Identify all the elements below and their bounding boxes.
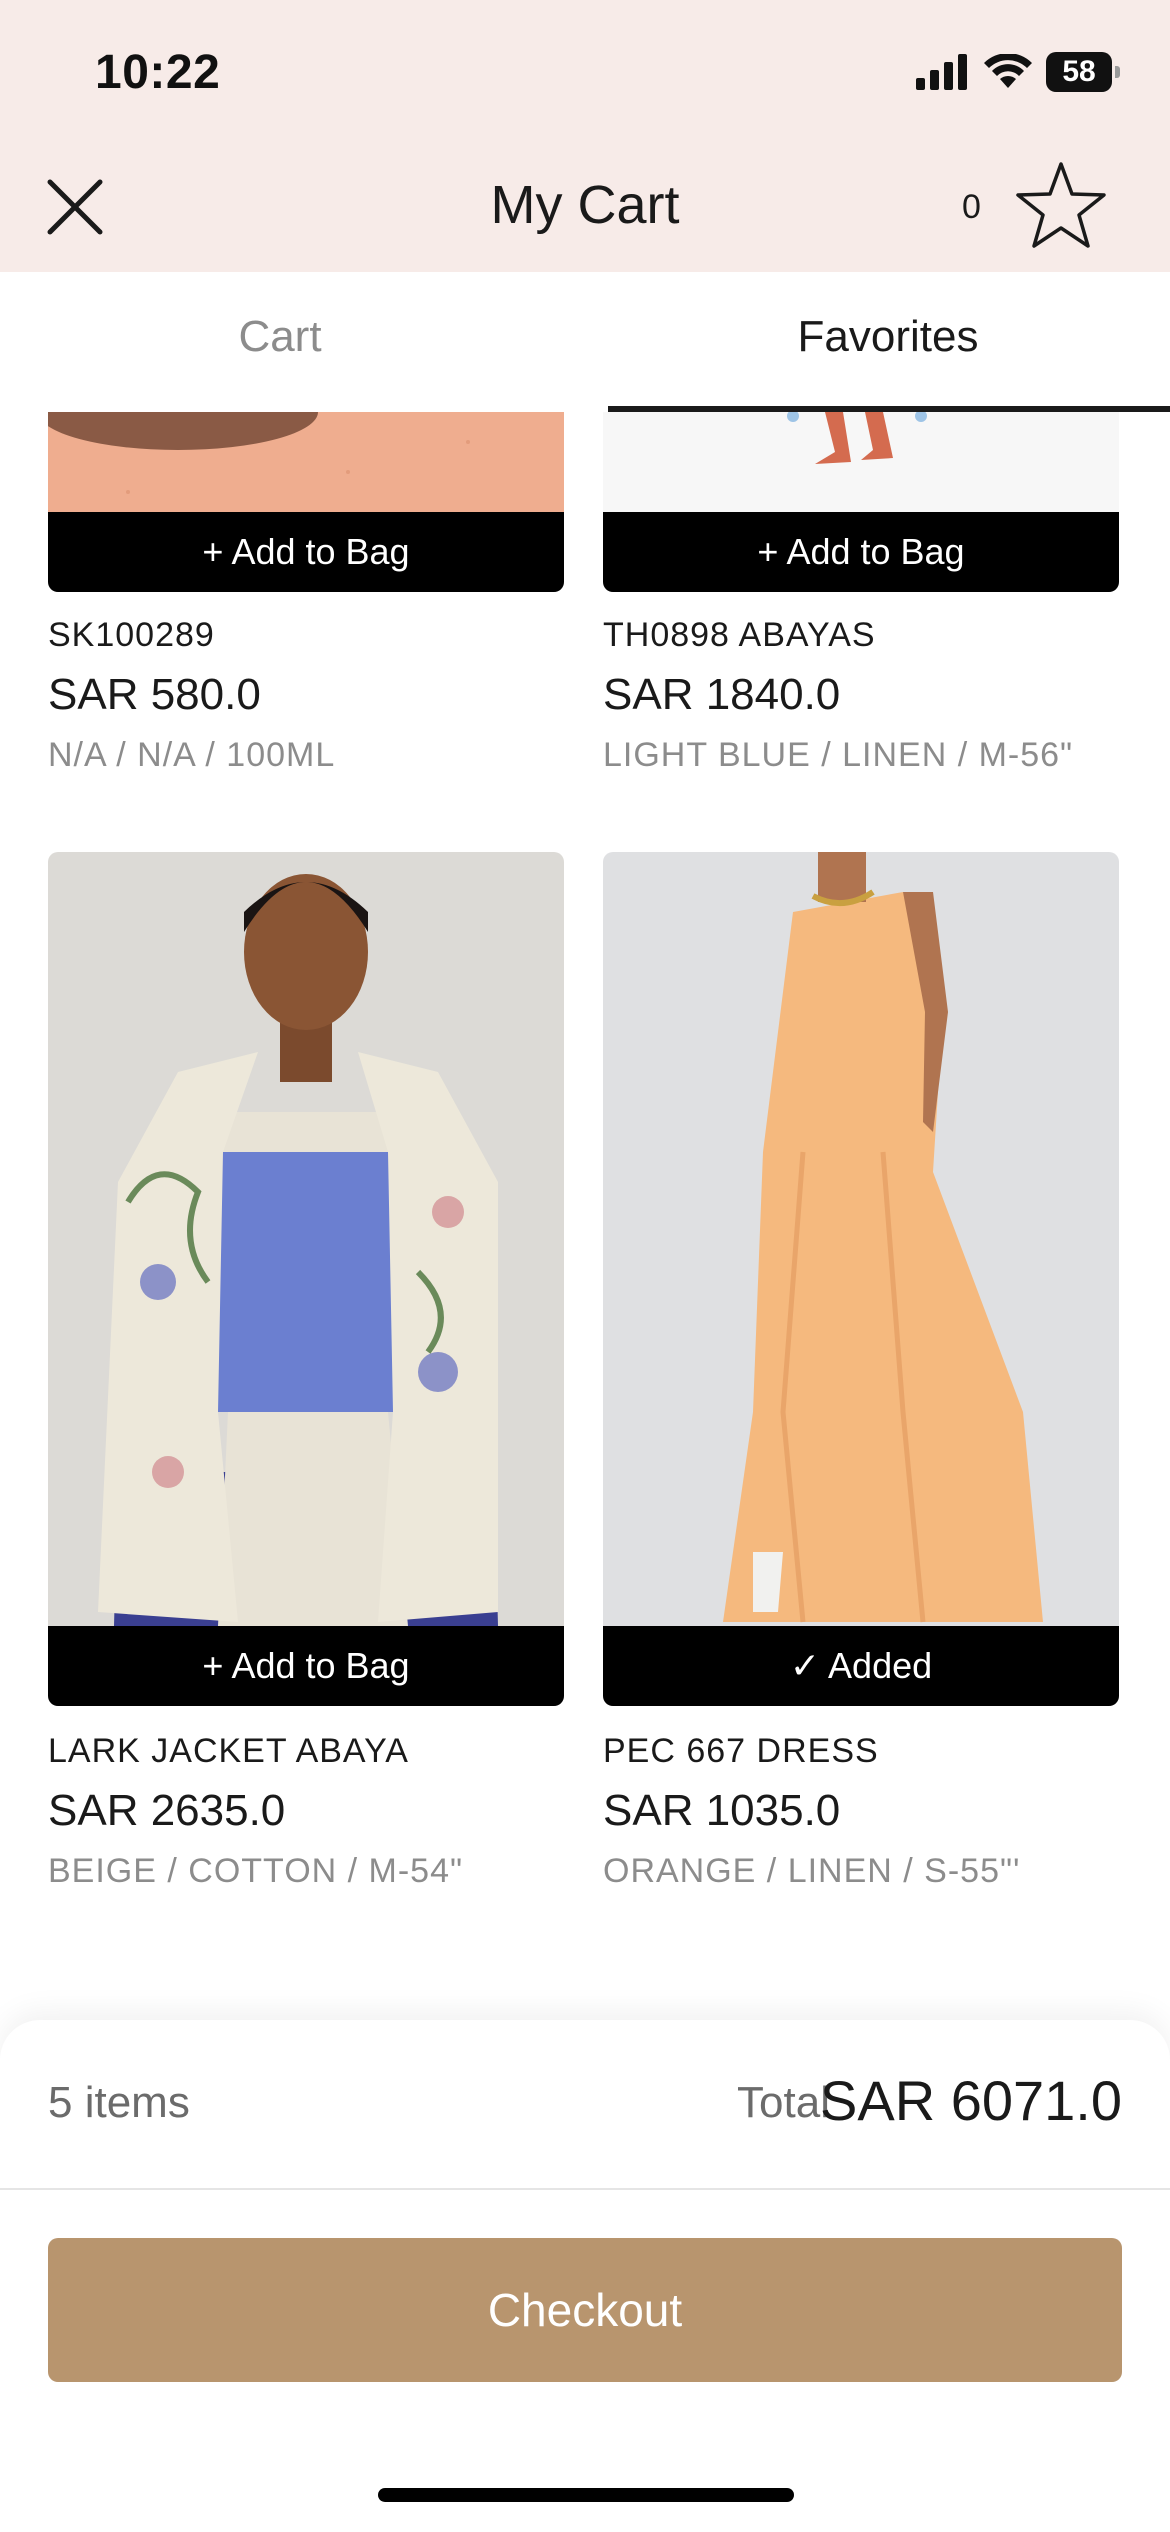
add-to-bag-button[interactable]: + Add to Bag	[48, 1626, 564, 1706]
product-card[interactable]: + Add to Bag LARK JACKET ABAYA SAR 2635.…	[48, 852, 564, 1952]
product-name: PEC 667 DRESS	[603, 1732, 879, 1770]
tab-favorites[interactable]: Favorites	[608, 312, 1168, 362]
divider	[0, 2188, 1170, 2190]
product-image[interactable]	[48, 852, 564, 1626]
add-to-bag-button[interactable]: + Add to Bag	[48, 512, 564, 592]
total-label: Total	[737, 2078, 830, 2127]
product-variant: ORANGE / LINEN / S-55"'	[603, 1852, 1021, 1890]
product-price: SAR 580.0	[48, 670, 261, 719]
product-variant: N/A / N/A / 100ML	[48, 736, 336, 774]
status-time: 10:22	[95, 46, 221, 99]
items-count: 5 items	[48, 2078, 190, 2127]
wifi-icon	[984, 54, 1032, 88]
product-price: SAR 1035.0	[603, 1786, 841, 1835]
product-card[interactable]: + Add to Bag SK100289 SAR 580.0 N/A / N/…	[48, 412, 564, 792]
add-to-bag-button[interactable]: + Add to Bag	[603, 512, 1119, 592]
signal-icon	[916, 54, 967, 90]
tab-bar: Cart Favorites	[0, 272, 1170, 412]
product-image[interactable]	[603, 412, 1119, 512]
battery-icon: 58	[1046, 52, 1120, 92]
product-variant: BEIGE / COTTON / M-54"	[48, 1852, 464, 1890]
product-image[interactable]	[603, 852, 1119, 1626]
star-icon	[1016, 162, 1106, 248]
page-title: My Cart	[490, 175, 680, 235]
product-price: SAR 2635.0	[48, 1786, 286, 1835]
app-header: 10:22 58 My Cart 0	[0, 0, 1170, 272]
cart-summary: 5 items Total SAR 6071.0 Checkout	[0, 2020, 1170, 2532]
product-name: LARK JACKET ABAYA	[48, 1732, 409, 1770]
favorites-button[interactable]	[1014, 158, 1108, 252]
product-name: TH0898 ABAYAS	[603, 616, 876, 654]
home-indicator	[378, 2488, 794, 2502]
favorites-count: 0	[962, 188, 981, 226]
total-value: SAR 6071.0	[820, 2069, 1122, 2132]
product-card[interactable]: ✓ Added PEC 667 DRESS SAR 1035.0 ORANGE …	[603, 852, 1119, 1952]
product-variant: LIGHT BLUE / LINEN / M-56"	[603, 736, 1074, 774]
product-card[interactable]: + Add to Bag TH0898 ABAYAS SAR 1840.0 LI…	[603, 412, 1119, 792]
product-image[interactable]	[48, 412, 564, 512]
product-price: SAR 1840.0	[603, 670, 841, 719]
added-button[interactable]: ✓ Added	[603, 1626, 1119, 1706]
favorites-grid: + Add to Bag SK100289 SAR 580.0 N/A / N/…	[0, 412, 1170, 2024]
tab-cart[interactable]: Cart	[0, 312, 560, 362]
status-icons: 58	[916, 50, 1120, 94]
product-name: SK100289	[48, 616, 215, 654]
checkout-button[interactable]: Checkout	[48, 2238, 1122, 2382]
